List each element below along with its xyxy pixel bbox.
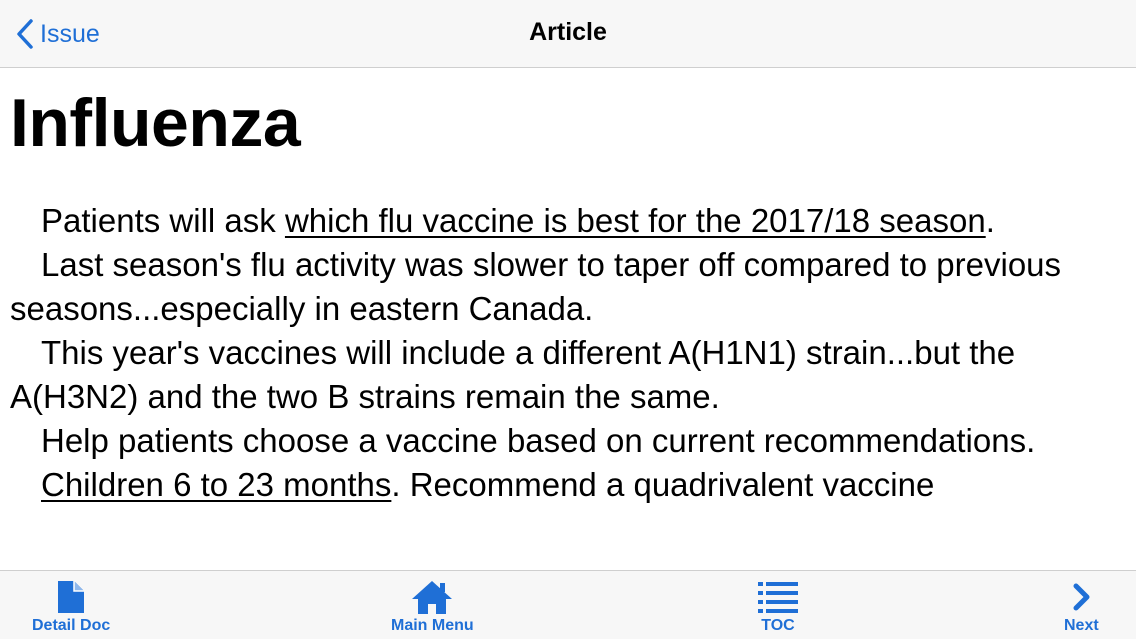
bottom-toolbar: Detail Doc Main Menu TOC Next xyxy=(0,570,1136,639)
chevron-right-icon xyxy=(1073,583,1090,611)
paragraph-5-text: . Recommend a quadrivalent vaccine xyxy=(391,466,935,503)
paragraph-3: This year's vaccines will include a diff… xyxy=(10,334,1016,415)
detail-doc-button[interactable]: Detail Doc xyxy=(32,579,110,635)
navigation-bar: Issue Article xyxy=(0,0,1136,68)
paragraph-1-end: . xyxy=(985,202,995,239)
toc-button[interactable]: TOC xyxy=(756,579,800,635)
toc-label: TOC xyxy=(761,617,795,634)
children-6-23-months-link[interactable]: Children 6 to 23 months xyxy=(41,466,391,503)
article-content[interactable]: Influenza Patients will ask which flu va… xyxy=(0,69,1136,569)
next-button[interactable]: Next xyxy=(1064,579,1099,635)
paragraph-1: Patients will ask which flu vaccine is b… xyxy=(10,199,1128,243)
article-title: Influenza xyxy=(10,85,301,161)
article-body: Patients will ask which flu vaccine is b… xyxy=(10,199,1128,507)
paragraph-4: Help patients choose a vaccine based on … xyxy=(41,422,1036,459)
list-icon xyxy=(758,582,798,613)
paragraph-5: Children 6 to 23 months. Recommend a qua… xyxy=(10,463,1128,507)
paragraph-2: Last season's flu activity was slower to… xyxy=(10,246,1062,327)
main-menu-button[interactable]: Main Menu xyxy=(391,579,474,635)
document-icon xyxy=(58,581,85,613)
detail-doc-label: Detail Doc xyxy=(32,617,111,634)
main-menu-label: Main Menu xyxy=(391,617,474,634)
home-icon xyxy=(412,581,453,614)
page-title: Article xyxy=(529,18,607,46)
flu-vaccine-season-link[interactable]: which flu vaccine is best for the 2017/1… xyxy=(285,202,986,239)
next-label: Next xyxy=(1064,617,1099,634)
paragraph-1-text: Patients will ask xyxy=(41,202,285,239)
